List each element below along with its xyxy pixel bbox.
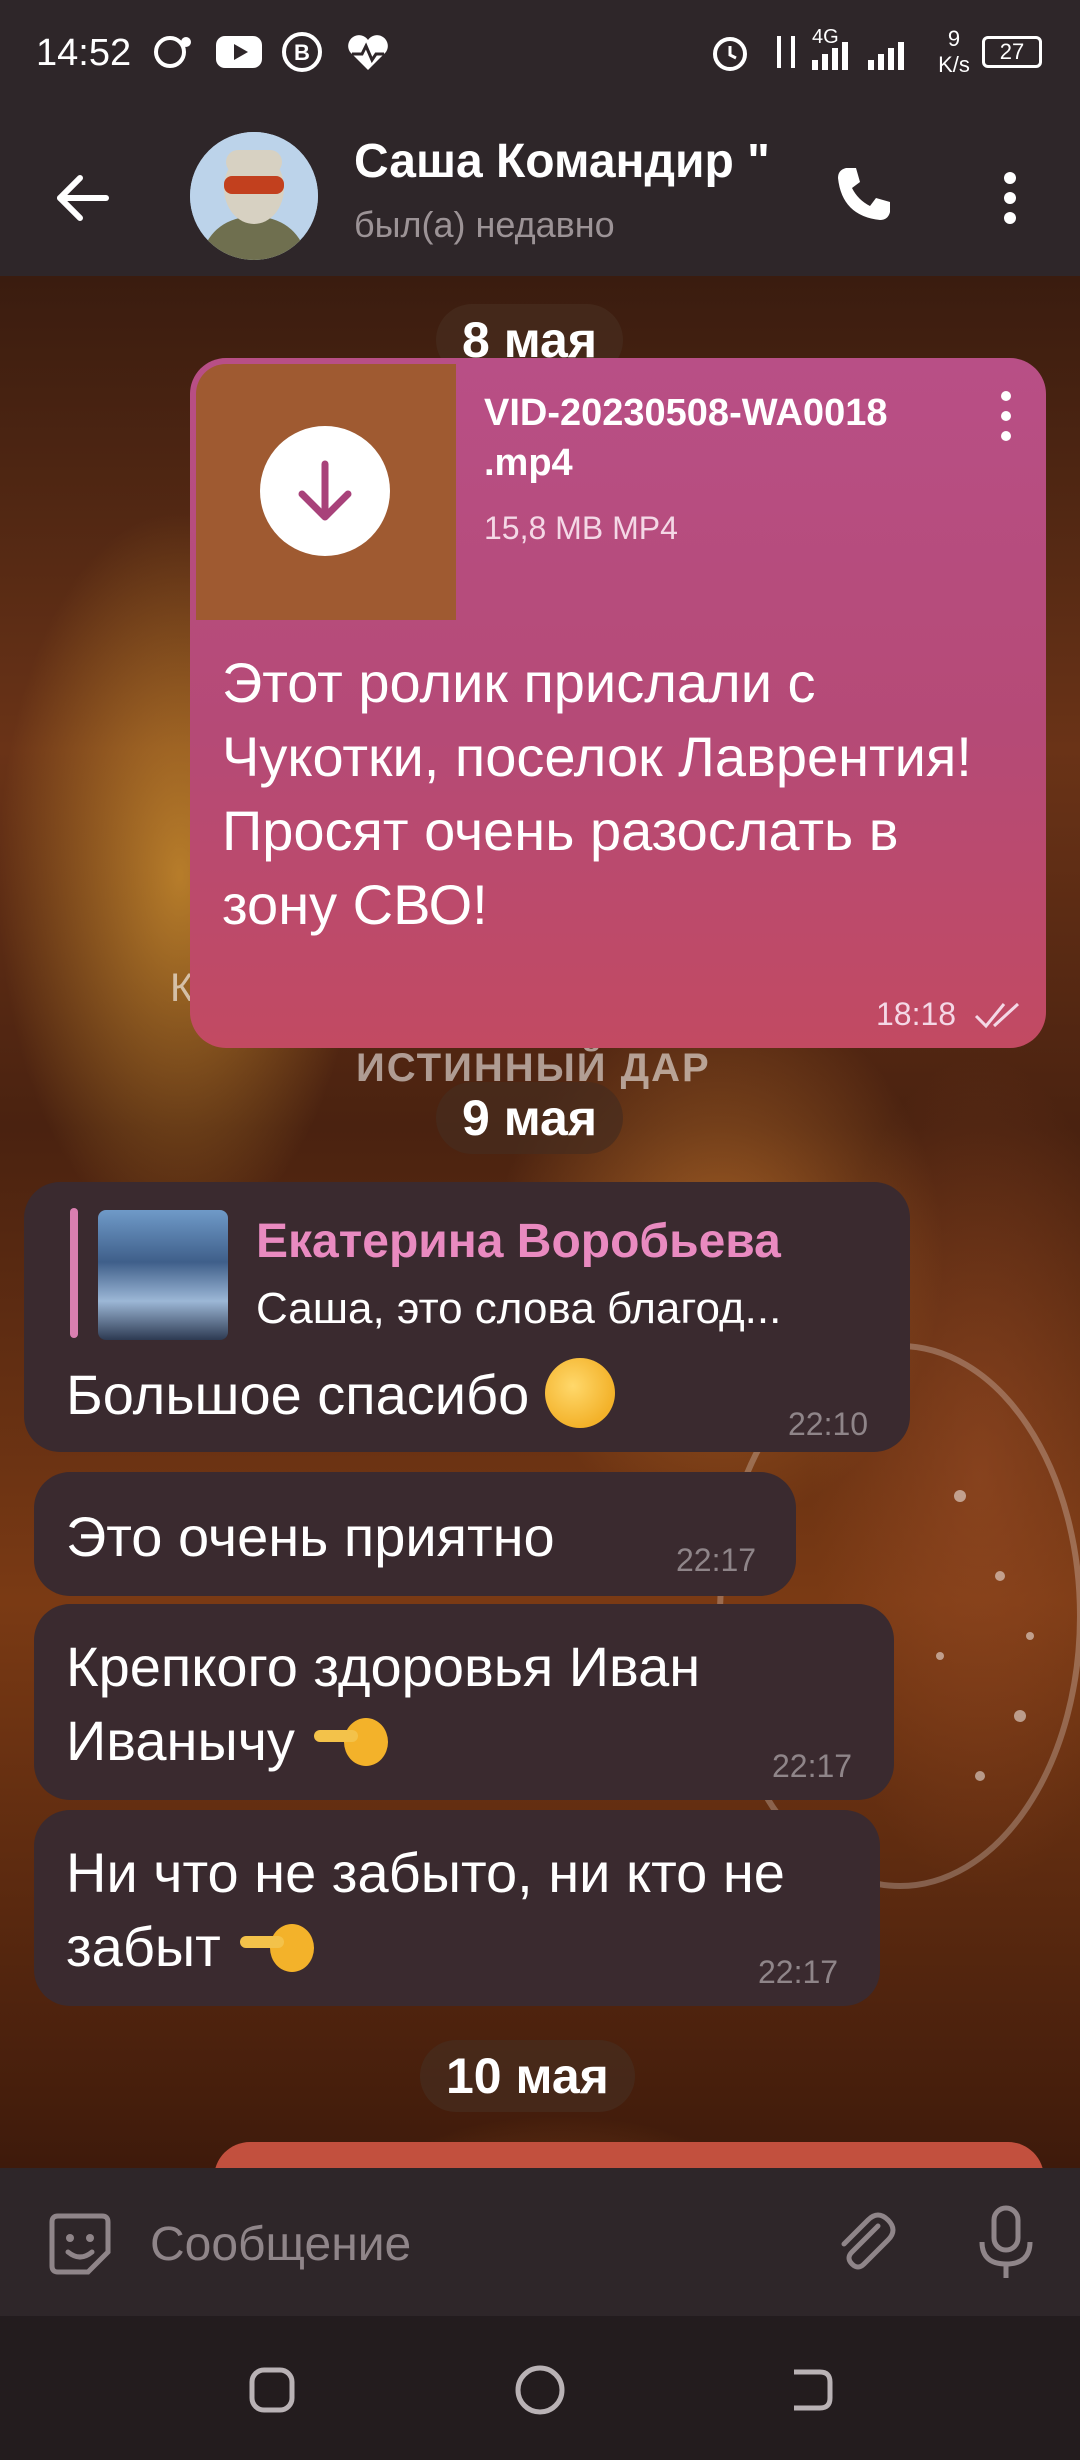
download-button[interactable] xyxy=(260,426,390,556)
reply-author: Екатерина Воробьева xyxy=(256,1215,781,1268)
chat-header: Саша Командир " был(а) недавно xyxy=(0,110,1080,276)
contact-status: был(а) недавно xyxy=(354,204,615,245)
speed-unit: K/s xyxy=(938,52,970,77)
message-1-time: 22:17 xyxy=(676,1542,757,1578)
alarm-icon xyxy=(713,37,747,71)
file-more-icon[interactable] xyxy=(994,386,1018,446)
message-input-bar xyxy=(0,2168,1080,2316)
reply-snippet: Саша, это слова благод... xyxy=(256,1284,782,1333)
incoming-message-time: 22:10 xyxy=(788,1406,869,1442)
back-arrow-icon[interactable] xyxy=(50,166,114,230)
microphone-icon[interactable] xyxy=(974,2204,1038,2280)
paperclip-icon[interactable] xyxy=(828,2206,900,2278)
signal-icon-1 xyxy=(812,42,848,70)
message-2-time: 22:17 xyxy=(772,1748,853,1784)
data-transfer-icon xyxy=(777,36,795,68)
message-3-content: Ни что не забыто, ни кто не забыт xyxy=(66,1841,785,1978)
outgoing-message-text: Этот ролик прислали с Чукотки, поселок Л… xyxy=(222,651,972,936)
svg-text:В: В xyxy=(294,40,310,65)
smiling-face-emoji-icon xyxy=(544,1358,615,1428)
pointing-hand-emoji-icon xyxy=(314,1718,389,1766)
recent-apps-icon[interactable] xyxy=(242,2360,302,2420)
more-vertical-icon[interactable] xyxy=(990,166,1030,230)
network-speed: 9 K/s xyxy=(928,26,980,78)
system-navigation-bar xyxy=(0,2316,1080,2460)
vk-icon: В xyxy=(282,32,322,72)
home-icon[interactable] xyxy=(510,2360,570,2420)
download-arrow-icon xyxy=(298,460,352,521)
back-nav-icon[interactable] xyxy=(780,2360,840,2420)
speed-value: 9 xyxy=(947,26,961,51)
message-3-text: Ни что не забыто, ни кто не забыт xyxy=(66,1836,866,1984)
date-chip-may-10: 10 мая xyxy=(420,2040,635,2112)
contact-name[interactable]: Саша Командир " xyxy=(354,134,770,189)
message-1-text: Это очень приятно xyxy=(66,1505,555,1568)
double-check-icon xyxy=(974,1002,1020,1029)
message-3-time: 22:17 xyxy=(758,1954,839,1990)
avatar-soldier-image xyxy=(190,132,318,260)
status-bar: 14:52 В 4G 9 K/s 27 xyxy=(0,0,1080,110)
pointing-hand-emoji-icon xyxy=(240,1924,315,1972)
message-text: Большое спасибо xyxy=(66,1363,530,1426)
video-file-name: VID-20230508-WA0018 .mp4 xyxy=(484,392,888,484)
health-heart-icon xyxy=(348,35,388,70)
youtube-icon xyxy=(216,36,262,68)
incoming-message-text: Большое спасибо xyxy=(66,1358,615,1432)
battery-indicator: 27 xyxy=(982,36,1042,68)
date-chip-may-9: 9 мая xyxy=(436,1082,624,1154)
reply-thumbnail[interactable] xyxy=(98,1210,228,1340)
contact-avatar[interactable] xyxy=(190,132,318,260)
notification-icon xyxy=(154,36,191,68)
signal-icon-2 xyxy=(868,42,904,70)
outgoing-message-time: 18:18 xyxy=(876,996,957,1032)
video-file-meta: 15,8 MB MP4 xyxy=(484,510,678,546)
reply-quote-bar xyxy=(70,1208,78,1338)
message-input[interactable] xyxy=(150,2212,800,2276)
sticker-icon[interactable] xyxy=(44,2208,116,2280)
status-time: 14:52 xyxy=(36,32,132,74)
phone-icon[interactable] xyxy=(832,162,896,226)
message-2-text: Крепкого здоровья Иван Иванычу xyxy=(66,1630,866,1778)
